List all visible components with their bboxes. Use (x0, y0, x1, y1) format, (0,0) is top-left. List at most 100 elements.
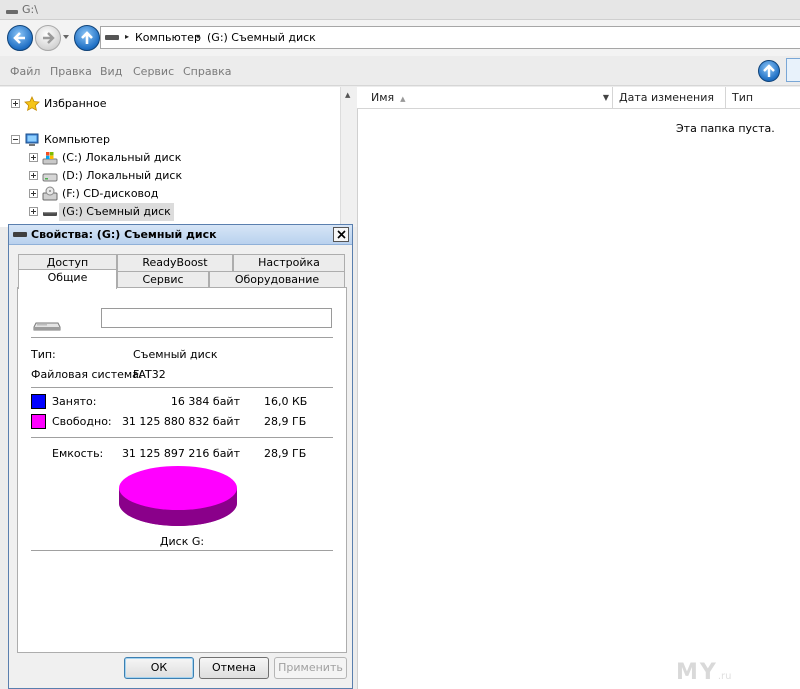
tree-item-drive-f[interactable]: (F:) CD-дисковод (0, 185, 200, 203)
column-headers: Имя ▲ ▼ Дата изменения Тип (357, 87, 800, 109)
disk-usage-pie-chart (119, 466, 237, 526)
arrow-left-icon (13, 32, 25, 44)
watermark-text: MY (676, 660, 718, 685)
chevron-down-icon[interactable]: ▼ (603, 87, 609, 109)
history-dropdown-icon[interactable] (62, 33, 70, 41)
menu-tools[interactable]: Сервис (133, 65, 174, 78)
chevron-down-icon[interactable]: ▾ (196, 32, 200, 41)
sort-ascending-icon: ▲ (400, 95, 406, 103)
column-label: Дата изменения (619, 91, 714, 104)
ok-button[interactable]: ОК (124, 657, 194, 679)
divider (31, 337, 333, 339)
removable-drive-icon (43, 212, 57, 216)
navigation-bar: ▸ Компьютер ▾ (G:) Съемный диск (0, 20, 800, 56)
computer-icon (25, 133, 39, 146)
breadcrumb-computer[interactable]: Компьютер (135, 31, 201, 44)
tree-item-drive-g[interactable]: (G:) Съемный диск (0, 203, 200, 221)
type-value: Съемный диск (133, 348, 218, 361)
back-button[interactable] (7, 25, 33, 51)
menu-bar: Файл Правка Вид Сервис Справка (0, 56, 800, 86)
empty-folder-message: Эта папка пуста. (676, 122, 775, 135)
window-title-bar: G:\ (0, 0, 800, 20)
menu-view[interactable]: Вид (100, 65, 122, 78)
arrow-right-icon (43, 32, 55, 44)
hard-drive-icon (42, 173, 58, 182)
watermark-logo: MY.ru (676, 660, 731, 685)
capacity-label: Емкость: (52, 447, 104, 460)
tree-item-drive-c[interactable]: (C:) Локальный диск (0, 149, 200, 167)
expand-icon[interactable] (29, 171, 38, 180)
menu-help[interactable]: Справка (183, 65, 231, 78)
window-title: G:\ (22, 3, 38, 16)
tab-customize[interactable]: Настройка (233, 254, 345, 271)
capacity-size: 28,9 ГБ (264, 447, 307, 460)
tree-scrollbar[interactable]: ▲ (340, 87, 357, 227)
column-type[interactable]: Тип (726, 87, 800, 109)
close-button[interactable] (333, 227, 349, 242)
tree-label: Компьютер (44, 133, 110, 146)
tree-label: Избранное (44, 97, 107, 110)
tree-label: (C:) Локальный диск (62, 151, 182, 164)
divider (31, 387, 333, 389)
breadcrumb-drive[interactable]: (G:) Съемный диск (207, 31, 316, 44)
tree-label: (D:) Локальный диск (62, 169, 183, 182)
filesystem-value: FAT32 (133, 368, 166, 381)
disk-caption: Диск G: (159, 535, 205, 548)
removable-drive-icon (13, 232, 27, 237)
volume-label-input[interactable] (101, 308, 332, 328)
tree-label: (F:) CD-дисковод (62, 187, 159, 200)
column-label: Имя (371, 91, 395, 104)
menu-file[interactable]: Файл (10, 65, 40, 78)
collapse-icon[interactable] (11, 135, 20, 144)
expand-icon[interactable] (29, 207, 38, 216)
file-list-pane[interactable] (357, 87, 800, 689)
used-space-label: Занято: (52, 395, 97, 408)
tab-hardware[interactable]: Оборудование (209, 271, 345, 288)
column-date-modified[interactable]: Дата изменения (613, 87, 726, 109)
divider (31, 550, 333, 552)
tab-general[interactable]: Общие (18, 269, 117, 289)
pie-free-slice (119, 466, 237, 510)
dialog-title: Свойства: (G:) Съемный диск (31, 228, 217, 241)
tab-tools[interactable]: Сервис (117, 271, 209, 288)
used-space-size: 16,0 КБ (264, 395, 308, 408)
arrow-up-icon (81, 31, 93, 44)
free-space-label: Свободно: (52, 415, 112, 428)
tab-readyboost[interactable]: ReadyBoost (117, 254, 233, 271)
free-space-size: 28,9 ГБ (264, 415, 307, 428)
expand-icon[interactable] (11, 99, 20, 108)
navigation-tree: Избранное Компьютер (C:) Локальный диск … (0, 87, 340, 227)
arrow-up-icon (763, 64, 775, 77)
tree-item-computer[interactable]: Компьютер (0, 131, 200, 149)
properties-dialog: Свойства: (G:) Съемный диск Доступ Ready… (8, 224, 353, 689)
expand-icon[interactable] (29, 189, 38, 198)
capacity-bytes: 31 125 897 216 байт (121, 447, 240, 460)
windows-drive-icon (42, 152, 58, 165)
type-label: Тип: (31, 348, 56, 361)
tree-item-drive-d[interactable]: (D:) Локальный диск (0, 167, 200, 185)
dialog-title-bar[interactable]: Свойства: (G:) Съемный диск (9, 225, 352, 245)
expand-icon[interactable] (29, 153, 38, 162)
forward-button[interactable] (35, 25, 61, 51)
column-label: Тип (732, 91, 754, 104)
used-space-swatch (31, 394, 46, 409)
close-icon (337, 230, 346, 239)
chevron-right-icon[interactable]: ▸ (125, 32, 129, 41)
apply-button[interactable]: Применить (274, 657, 347, 679)
drive-icon (105, 35, 119, 40)
view-toggle-button[interactable] (786, 58, 800, 82)
divider (31, 437, 333, 439)
tree-item-favorites[interactable]: Избранное (0, 95, 200, 113)
help-button[interactable] (758, 60, 780, 82)
scroll-up-icon[interactable]: ▲ (345, 91, 350, 99)
free-space-bytes: 31 125 880 832 байт (121, 415, 240, 428)
filesystem-label: Файловая система: (31, 368, 143, 381)
cd-drive-icon (42, 186, 58, 201)
star-icon (24, 96, 40, 111)
cancel-button[interactable]: Отмена (199, 657, 269, 679)
watermark-suffix: .ru (717, 671, 732, 682)
column-name[interactable]: Имя ▲ ▼ (365, 87, 613, 109)
up-level-button[interactable] (74, 25, 100, 51)
address-bar[interactable]: ▸ Компьютер ▾ (G:) Съемный диск (100, 26, 800, 49)
menu-edit[interactable]: Правка (50, 65, 92, 78)
